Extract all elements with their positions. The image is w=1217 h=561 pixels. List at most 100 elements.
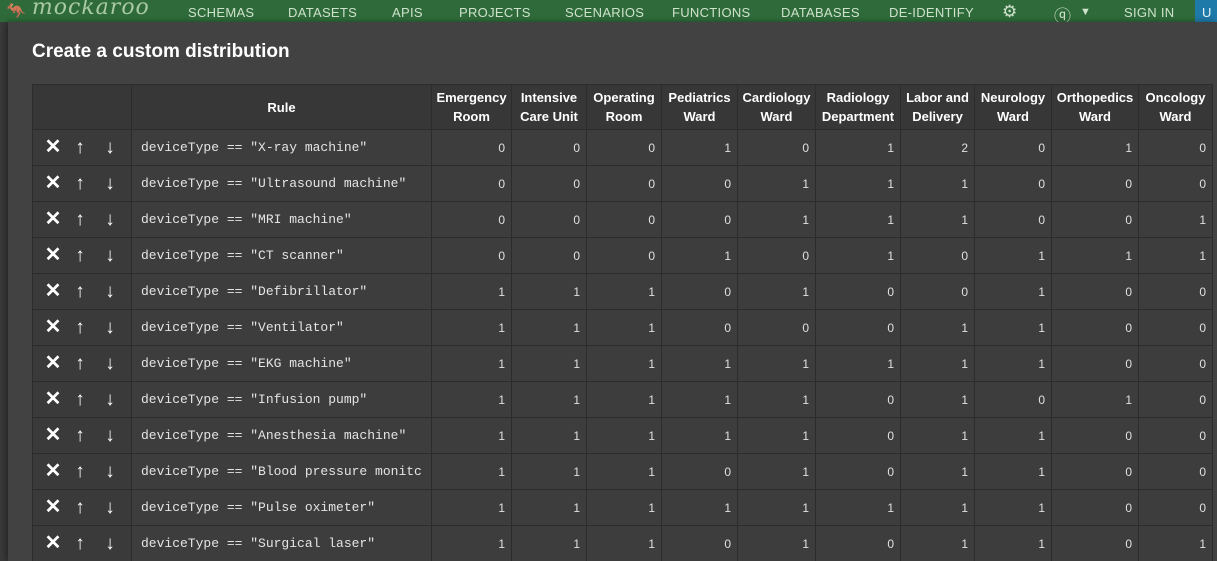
move-up-icon[interactable]: ↑ [65,238,95,273]
move-up-icon[interactable]: ↑ [65,202,95,237]
weight-input[interactable]: 1 [1138,201,1213,238]
remove-row-icon[interactable]: ✕ [41,382,65,417]
move-up-icon[interactable]: ↑ [65,346,95,381]
weight-input[interactable]: 1 [900,165,975,202]
weight-input[interactable]: 0 [1138,381,1213,418]
move-up-icon[interactable]: ↑ [65,490,95,525]
move-up-icon[interactable]: ↑ [65,454,95,489]
remove-row-icon[interactable]: ✕ [41,490,65,525]
move-down-icon[interactable]: ↓ [95,130,125,165]
weight-input[interactable]: 1 [661,417,738,454]
weight-input[interactable]: 1 [737,525,816,561]
weight-input[interactable]: 0 [661,201,738,238]
weight-input[interactable]: 1 [511,381,587,418]
remove-row-icon[interactable]: ✕ [41,454,65,489]
weight-input[interactable]: 1 [900,489,975,526]
weight-input[interactable]: 1 [586,381,662,418]
rule-input[interactable]: deviceType == "Ultrasound machine" [131,165,432,202]
weight-input[interactable]: 1 [511,273,587,310]
weight-input[interactable]: 1 [900,525,975,561]
remove-row-icon[interactable]: ✕ [41,130,65,165]
move-down-icon[interactable]: ↓ [95,490,125,525]
weight-input[interactable]: 1 [511,309,587,346]
weight-input[interactable]: 1 [586,453,662,490]
weight-input[interactable]: 1 [900,453,975,490]
weight-input[interactable]: 0 [1138,129,1213,166]
weight-input[interactable]: 0 [431,201,512,238]
rule-input[interactable]: deviceType == "EKG machine" [131,345,432,382]
weight-input[interactable]: 0 [1051,453,1139,490]
weight-input[interactable]: 1 [1138,237,1213,274]
weight-input[interactable]: 0 [1051,345,1139,382]
rule-input[interactable]: deviceType == "Anesthesia machine" [131,417,432,454]
weight-input[interactable]: 0 [431,129,512,166]
weight-input[interactable]: 1 [974,273,1052,310]
remove-row-icon[interactable]: ✕ [41,274,65,309]
weight-input[interactable]: 1 [815,237,901,274]
weight-input[interactable]: 1 [737,489,816,526]
nav-databases[interactable]: DATABASES [781,5,860,20]
rule-input[interactable]: deviceType == "Surgical laser" [131,525,432,561]
weight-input[interactable]: 1 [815,201,901,238]
move-down-icon[interactable]: ↓ [95,238,125,273]
nav-datasets[interactable]: DATASETS [288,5,357,20]
nav-projects[interactable]: PROJECTS [459,5,531,20]
move-up-icon[interactable]: ↑ [65,310,95,345]
nav-apis[interactable]: APIS [392,5,423,20]
weight-input[interactable]: 0 [1051,201,1139,238]
weight-input[interactable]: 1 [586,525,662,561]
weight-input[interactable]: 0 [586,165,662,202]
weight-input[interactable]: 1 [974,525,1052,561]
weight-input[interactable]: 1 [737,165,816,202]
weight-input[interactable]: 0 [431,237,512,274]
weight-input[interactable]: 0 [815,381,901,418]
move-down-icon[interactable]: ↓ [95,346,125,381]
weight-input[interactable]: 1 [974,489,1052,526]
weight-input[interactable]: 1 [900,309,975,346]
sign-in-link[interactable]: SIGN IN [1124,5,1175,20]
rule-input[interactable]: deviceType == "Blood pressure monitc [131,453,432,490]
weight-input[interactable]: 0 [1138,273,1213,310]
weight-input[interactable]: 0 [900,273,975,310]
weight-input[interactable]: 0 [974,381,1052,418]
weight-input[interactable]: 1 [431,525,512,561]
weight-input[interactable]: 1 [431,309,512,346]
weight-input[interactable]: 1 [431,381,512,418]
remove-row-icon[interactable]: ✕ [41,418,65,453]
move-down-icon[interactable]: ↓ [95,382,125,417]
weight-input[interactable]: 1 [974,345,1052,382]
weight-input[interactable]: 0 [586,237,662,274]
weight-input[interactable]: 0 [1138,309,1213,346]
move-up-icon[interactable]: ↑ [65,526,95,561]
weight-input[interactable]: 0 [900,237,975,274]
weight-input[interactable]: 1 [974,417,1052,454]
weight-input[interactable]: 1 [1138,525,1213,561]
nav-de-identify[interactable]: DE-IDENTIFY [889,5,974,20]
weight-input[interactable]: 1 [737,453,816,490]
move-up-icon[interactable]: ↑ [65,274,95,309]
weight-input[interactable]: 0 [1138,165,1213,202]
weight-input[interactable]: 1 [815,489,901,526]
weight-input[interactable]: 1 [431,417,512,454]
weight-input[interactable]: 1 [661,345,738,382]
weight-input[interactable]: 0 [974,201,1052,238]
weight-input[interactable]: 0 [815,309,901,346]
weight-input[interactable]: 1 [737,201,816,238]
remove-row-icon[interactable]: ✕ [41,310,65,345]
weight-input[interactable]: 1 [1051,129,1139,166]
nav-schemas[interactable]: SCHEMAS [188,5,254,20]
move-up-icon[interactable]: ↑ [65,130,95,165]
weight-input[interactable]: 1 [586,417,662,454]
weight-input[interactable]: 1 [737,273,816,310]
weight-input[interactable]: 0 [511,201,587,238]
weight-input[interactable]: 0 [737,129,816,166]
weight-input[interactable]: 1 [431,489,512,526]
weight-input[interactable]: 0 [431,165,512,202]
weight-input[interactable]: 0 [511,165,587,202]
weight-input[interactable]: 1 [661,129,738,166]
rule-input[interactable]: deviceType == "X-ray machine" [131,129,432,166]
rule-input[interactable]: deviceType == "MRI machine" [131,201,432,238]
weight-input[interactable]: 0 [815,417,901,454]
weight-input[interactable]: 1 [586,345,662,382]
weight-input[interactable]: 0 [661,309,738,346]
